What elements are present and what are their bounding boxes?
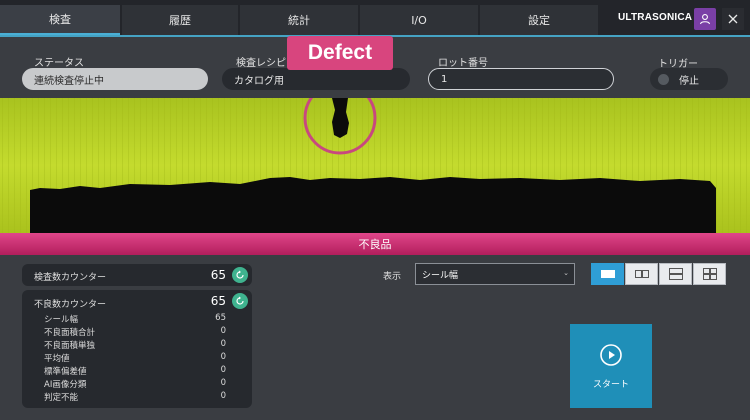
trigger-value: 停止 xyxy=(679,75,699,87)
defect-item-row: 平均値 0 xyxy=(44,352,230,364)
trigger-toggle[interactable]: 停止 xyxy=(650,68,728,90)
top-navigation: 検査 履歴 統計 I/O 設定 ULTRASONICA xyxy=(0,0,750,37)
single-view-icon xyxy=(600,270,615,278)
tab-label: 設定 xyxy=(528,14,550,27)
result-banner: 不良品 xyxy=(0,233,750,255)
defect-item-value: 0 xyxy=(220,365,226,375)
defect-item-value: 0 xyxy=(220,352,226,362)
defect-item-label: 不良面積合計 xyxy=(44,328,96,338)
trigger-indicator-icon xyxy=(658,73,669,85)
reset-defect-counter-button[interactable] xyxy=(232,293,248,309)
tab-io[interactable]: I/O xyxy=(360,5,478,35)
reset-icon xyxy=(236,270,244,279)
close-button[interactable] xyxy=(722,8,744,30)
brand-logo: ULTRASONICA xyxy=(618,12,693,23)
display-label: 表示 xyxy=(383,272,402,282)
defect-item-row: 不良面積合計 0 xyxy=(44,326,230,338)
tab-inspection[interactable]: 検査 xyxy=(0,5,120,35)
lot-label: ロット番号 xyxy=(438,58,488,69)
tab-label: 統計 xyxy=(288,14,310,27)
status-label: ステータス xyxy=(34,58,84,69)
reset-inspection-counter-button[interactable] xyxy=(232,267,248,283)
user-icon xyxy=(699,14,711,25)
tab-history[interactable]: 履歴 xyxy=(122,5,238,35)
defect-item-value: 65 xyxy=(215,313,226,323)
defect-item-label: 標準偏差値 xyxy=(44,367,87,377)
defect-counter-value: 65 xyxy=(210,294,226,308)
start-button[interactable]: スタート xyxy=(570,324,652,408)
defect-item-value: 0 xyxy=(220,339,226,349)
defect-item-row: 判定不能 0 xyxy=(44,391,230,403)
defect-item-label: AI画像分類 xyxy=(44,380,87,390)
inspection-counter-label: 検査数カウンター xyxy=(34,273,107,283)
defect-item-value: 0 xyxy=(220,326,226,336)
lot-number-input[interactable]: 1 xyxy=(428,68,614,90)
reset-icon xyxy=(236,296,244,305)
chevron-down-icon: ⌄ xyxy=(563,269,569,277)
defect-item-row: AI画像分類 0 xyxy=(44,378,230,390)
start-label: スタート xyxy=(592,379,629,390)
layout-single-button[interactable] xyxy=(591,263,624,285)
tab-label: I/O xyxy=(411,13,427,27)
defect-item-label: シール幅 xyxy=(44,315,79,325)
tab-settings[interactable]: 設定 xyxy=(480,5,598,35)
inspection-image xyxy=(0,98,750,233)
recipe-label: 検査レシピ xyxy=(236,58,286,69)
status-field: 連続検査停止中 xyxy=(22,68,208,90)
lot-value: 1 xyxy=(441,73,448,85)
defect-item-value: 0 xyxy=(220,378,226,388)
layout-grid-button[interactable] xyxy=(693,263,726,285)
play-icon xyxy=(600,343,622,366)
tab-statistics[interactable]: 統計 xyxy=(240,5,358,35)
two-column-icon xyxy=(634,270,649,278)
defect-item-value: 0 xyxy=(220,391,226,401)
two-row-icon xyxy=(668,268,683,280)
inspection-counter-value: 65 xyxy=(210,268,226,282)
user-button[interactable] xyxy=(694,8,716,30)
defect-counter-label: 不良数カウンター xyxy=(34,300,107,310)
defect-item-row: シール幅 65 xyxy=(44,313,230,325)
status-value: 連続検査停止中 xyxy=(34,75,104,87)
tab-label: 履歴 xyxy=(169,14,191,27)
seal-profile-image xyxy=(0,98,750,233)
inspection-counter-panel: 検査数カウンター 65 xyxy=(22,264,252,286)
close-icon xyxy=(728,14,738,24)
tab-label: 検査 xyxy=(49,13,71,26)
defect-item-row: 標準偏差値 0 xyxy=(44,365,230,377)
layout-two-column-button[interactable] xyxy=(625,263,658,285)
display-select[interactable]: シール幅 ⌄ xyxy=(415,263,575,285)
defect-item-row: 不良面積単独 0 xyxy=(44,339,230,351)
defect-item-label: 不良面積単独 xyxy=(44,341,96,351)
recipe-value: カタログ用 xyxy=(234,75,284,87)
recipe-select[interactable]: カタログ用 xyxy=(222,68,410,90)
defect-item-label: 判定不能 xyxy=(44,393,79,403)
defect-tag: Defect xyxy=(287,36,393,70)
defect-item-label: 平均値 xyxy=(44,354,70,364)
layout-two-row-button[interactable] xyxy=(659,263,692,285)
display-selected-value: シール幅 xyxy=(422,270,459,281)
grid-four-icon xyxy=(702,268,717,280)
